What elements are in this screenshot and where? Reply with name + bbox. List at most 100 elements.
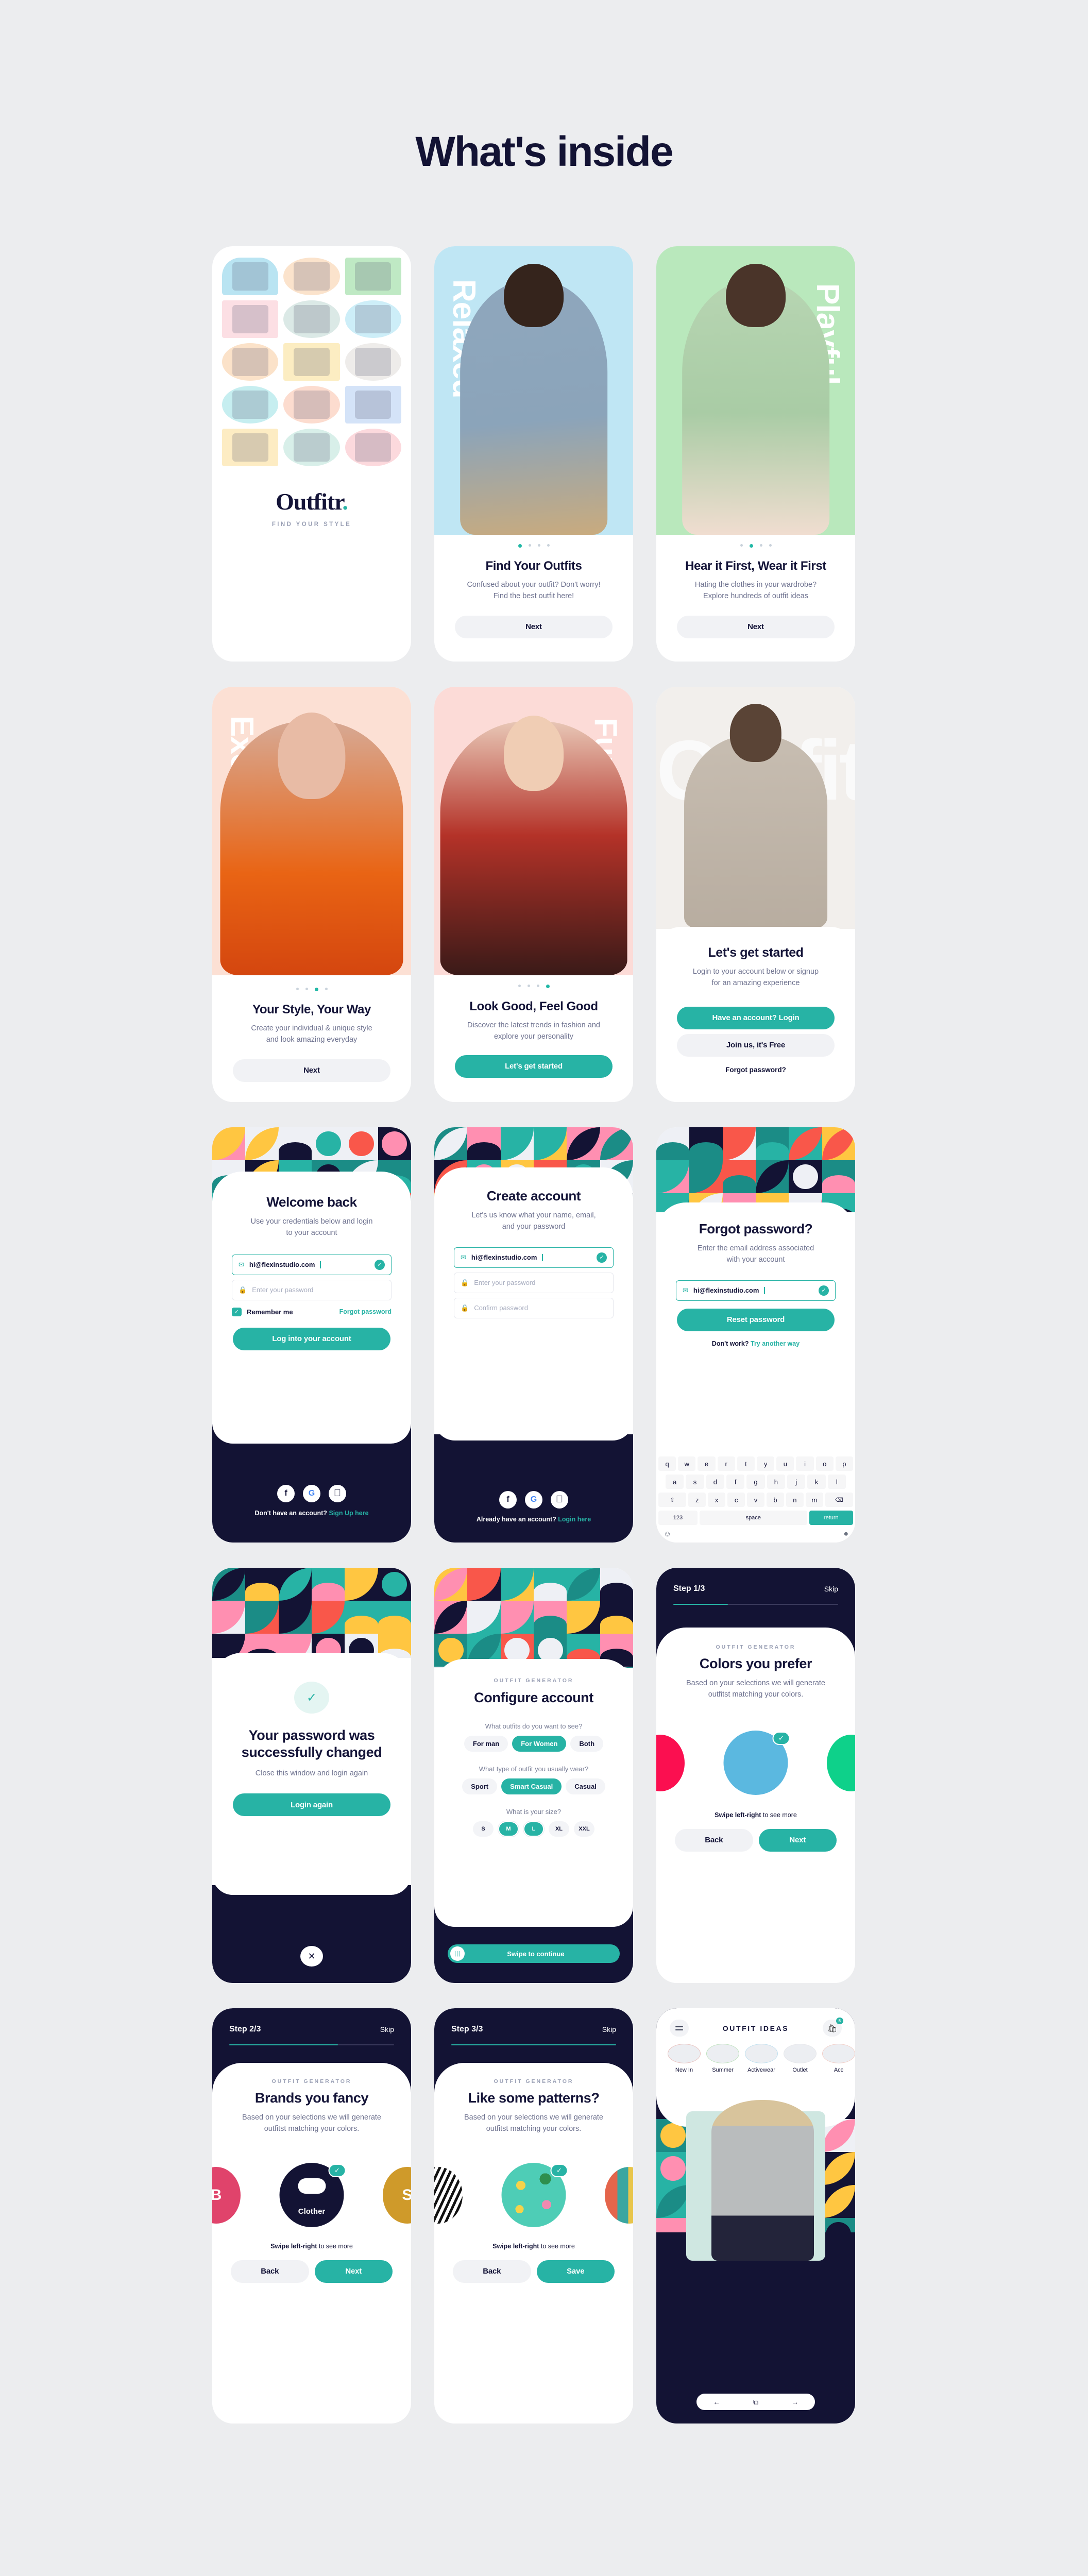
remember-me-checkbox[interactable]: ✓ [232,1307,242,1316]
brand-option-b[interactable]: B [212,2166,241,2224]
key-v[interactable]: v [747,1493,764,1507]
skip-link[interactable]: Skip [380,2025,394,2033]
key-g[interactable]: g [746,1475,765,1489]
key-i[interactable]: i [796,1456,814,1471]
category-activewear[interactable]: Activewear [745,2044,778,2073]
key-h[interactable]: h [767,1475,785,1489]
pager-dots[interactable] [212,978,411,991]
skip-link[interactable]: Skip [602,2025,616,2033]
key-backspace[interactable]: ⌫ [825,1493,854,1507]
key-k[interactable]: k [807,1475,826,1489]
join-us-button[interactable]: Join us, it's Free [677,1033,835,1057]
email-field[interactable]: ✉ hi@flexinstudio.com ✓ [676,1280,836,1301]
email-field[interactable]: ✉ hi@flexinstudio.com ✓ [454,1247,614,1268]
category-list[interactable]: New In Summer Activewear Outlet Acc [656,2037,855,2073]
key-y[interactable]: y [757,1456,775,1471]
facebook-icon[interactable]: f [277,1485,295,1502]
shopping-bag-icon[interactable]: 🛍 5 [822,2018,843,2037]
reset-password-button[interactable]: Reset password [677,1308,835,1331]
key-space[interactable]: space [699,1511,807,1525]
forgot-password-link[interactable]: Forgot password [339,1308,392,1315]
pattern-option-tropical[interactable]: ✓ [501,2162,568,2227]
next-button[interactable]: Next [455,615,613,638]
category-summer[interactable]: Summer [706,2044,739,2073]
key-u[interactable]: u [776,1456,794,1471]
category-outlet[interactable]: Outlet [784,2044,817,2073]
chip-casual[interactable]: Casual [566,1778,605,1794]
key-t[interactable]: t [737,1456,755,1471]
key-e[interactable]: e [698,1456,716,1471]
facebook-icon[interactable]: f [499,1491,517,1509]
size-xxl[interactable]: XXL [574,1821,594,1837]
chip-smart-casual[interactable]: Smart Casual [501,1778,562,1794]
email-field[interactable]: ✉ hi@flexinstudio.com ✓ [232,1254,392,1275]
next-button[interactable]: Next [314,2260,393,2283]
share-icon[interactable]: ⧉ [753,2398,758,2406]
forgot-password-link[interactable]: Forgot password? [656,1066,855,1074]
chip-sport[interactable]: Sport [462,1778,498,1794]
color-option-blue[interactable]: ✓ [723,1730,790,1795]
chip-for-women[interactable]: For Women [512,1736,567,1752]
back-button[interactable]: Back [675,1828,753,1852]
swipe-to-continue-button[interactable]: ||| Swipe to continue [448,1944,620,1963]
size-l[interactable]: L [523,1821,545,1837]
login-link[interactable]: Login here [558,1516,591,1523]
skip-link[interactable]: Skip [824,1585,838,1593]
color-option-red[interactable] [656,1734,685,1791]
color-carousel[interactable]: ✓ [656,1724,855,1795]
key-b[interactable]: b [766,1493,784,1507]
pager-dots[interactable] [656,535,855,548]
key-r[interactable]: r [717,1456,735,1471]
key-w[interactable]: w [678,1456,696,1471]
key-o[interactable]: o [815,1456,834,1471]
outfit-photo-card[interactable] [686,2100,825,2261]
key-x[interactable]: x [708,1493,726,1507]
login-button[interactable]: Have an account? Login [677,1006,835,1029]
pager-dots[interactable] [434,535,633,548]
key-p[interactable]: p [835,1456,854,1471]
key-c[interactable]: c [727,1493,745,1507]
microphone-icon[interactable]: ⏺ [844,1530,848,1538]
emoji-icon[interactable]: ☺ [664,1530,671,1538]
brand-option-clother[interactable]: ✓ Clother [279,2162,346,2227]
apple-icon[interactable]:  [329,1485,346,1502]
key-l[interactable]: l [827,1475,846,1489]
pattern-option-colorblock[interactable] [605,2166,633,2224]
size-s[interactable]: S [473,1821,494,1837]
confirm-password-field[interactable]: 🔒 Confirm password [454,1297,614,1318]
brand-option-s[interactable]: S [383,2166,411,2224]
try-another-way-link[interactable]: Try another way [751,1340,800,1347]
key-numbers[interactable]: 123 [658,1511,698,1525]
size-xl[interactable]: XL [549,1821,569,1837]
pattern-option-zebra[interactable] [434,2166,463,2224]
close-button[interactable]: ✕ [300,1946,323,1967]
key-q[interactable]: q [658,1456,676,1471]
chip-both[interactable]: Both [570,1736,604,1752]
apple-icon[interactable]:  [551,1491,568,1509]
password-field[interactable]: 🔒 Enter your password [232,1279,392,1300]
hamburger-icon[interactable] [670,2020,689,2037]
next-button[interactable]: Next [233,1059,390,1082]
swipe-handle-icon[interactable]: ||| [450,1946,465,1961]
login-again-button[interactable]: Login again [233,1793,390,1817]
submit-login-button[interactable]: Log into your account [233,1327,390,1350]
save-button[interactable]: Save [536,2260,615,2283]
pager-dots[interactable] [434,975,633,988]
pattern-carousel[interactable]: ✓ [434,2157,633,2227]
back-button[interactable]: Back [231,2260,309,2283]
prev-arrow-icon[interactable]: ← [713,2398,720,2406]
key-m[interactable]: m [805,1493,823,1507]
lets-get-started-button[interactable]: Let's get started [455,1055,613,1078]
key-z[interactable]: z [688,1493,706,1507]
key-n[interactable]: n [786,1493,804,1507]
key-shift[interactable]: ⇧ [658,1493,687,1507]
key-a[interactable]: a [666,1475,684,1489]
color-option-green[interactable] [827,1734,855,1791]
next-arrow-icon[interactable]: → [791,2398,798,2406]
key-d[interactable]: d [706,1475,724,1489]
back-button[interactable]: Back [453,2260,531,2283]
google-icon[interactable]: G [525,1491,542,1509]
key-s[interactable]: s [686,1475,704,1489]
category-new-in[interactable]: New In [668,2044,701,2073]
next-button[interactable]: Next [758,1828,837,1852]
